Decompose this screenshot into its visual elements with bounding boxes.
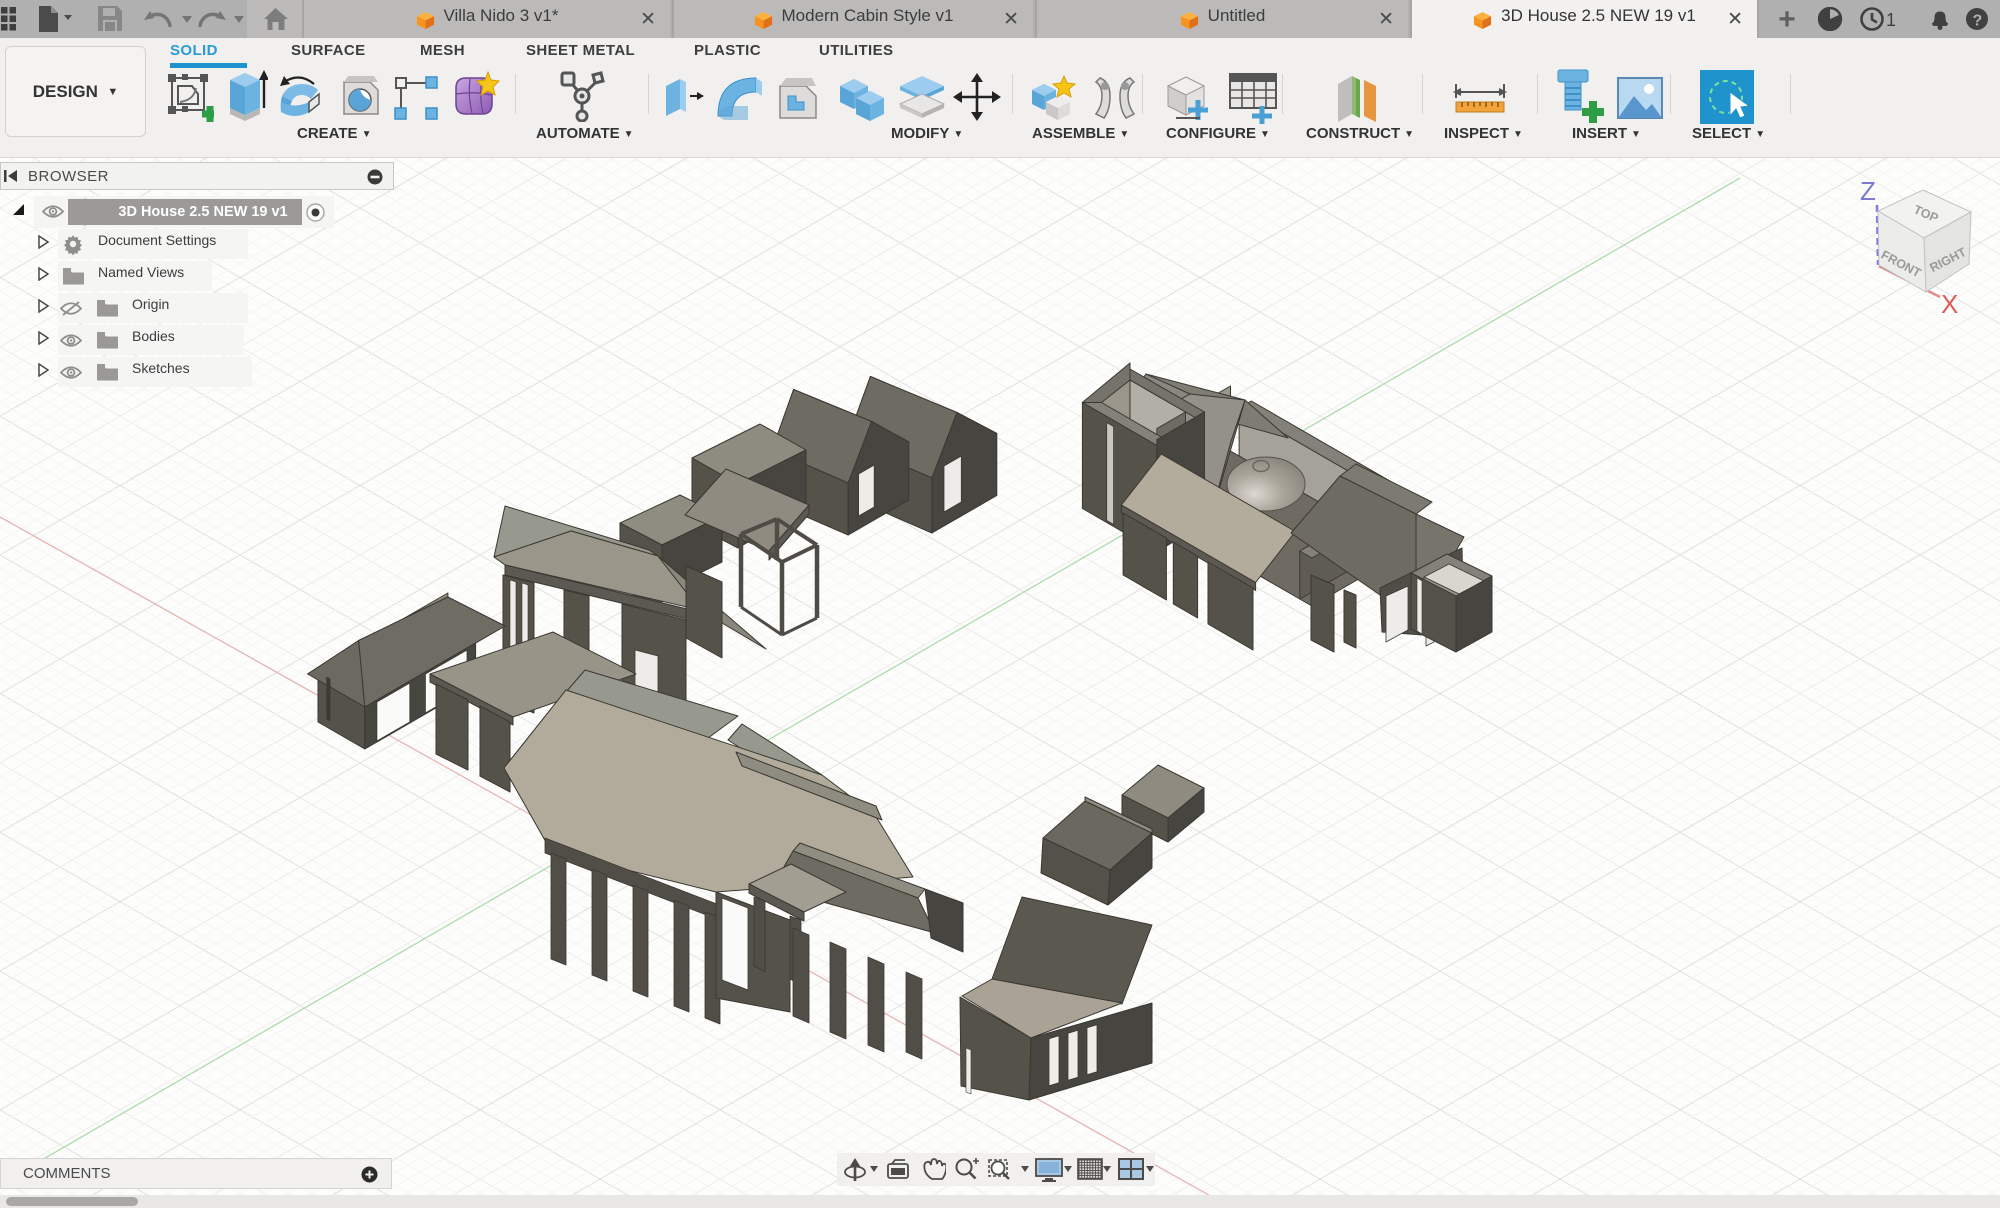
svg-text:X: X — [1941, 289, 1958, 319]
svg-text:Z: Z — [1860, 176, 1876, 206]
svg-text:?: ? — [1973, 13, 1983, 30]
svg-text:1: 1 — [1886, 10, 1896, 30]
